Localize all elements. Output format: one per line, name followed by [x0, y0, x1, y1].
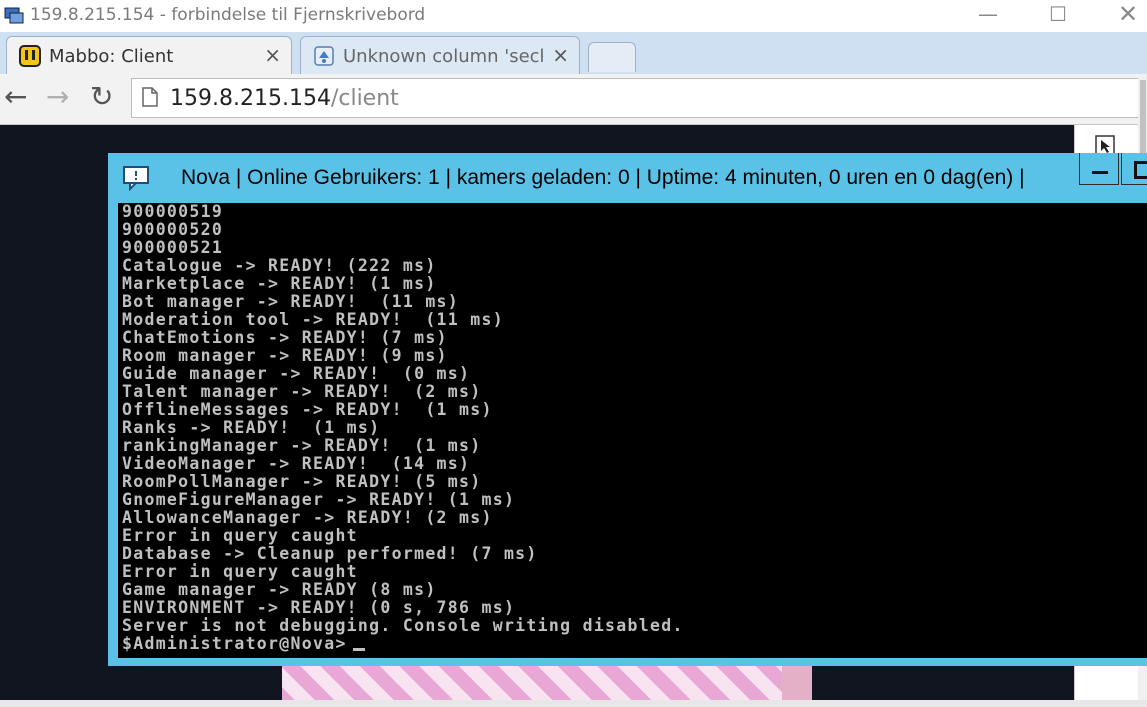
console-line: Database -> Cleanup performed! (7 ms) — [122, 544, 538, 563]
console-line: VideoManager -> READY! (14 ms) — [122, 454, 471, 473]
tab-close-icon[interactable]: × — [552, 43, 569, 67]
page-icon — [142, 87, 158, 107]
console-line: Game manager -> READY (8 ms) — [122, 580, 437, 599]
console-line: Room manager -> READY! (9 ms) — [122, 346, 448, 365]
tab-title: Mabbo: Client — [49, 46, 174, 67]
console-line: OfflineMessages -> READY! (1 ms) — [122, 400, 493, 419]
console-prompt-line: $Administrator@Nova> — [122, 635, 1147, 653]
console-prompt: $Administrator@Nova> — [122, 634, 347, 653]
tab-close-icon[interactable]: × — [264, 43, 281, 67]
console-title: Nova | Online Gebruikers: 1 | kamers gel… — [181, 166, 1025, 189]
console-line: Error in query caught — [122, 562, 358, 581]
console-window: Nova | Online Gebruikers: 1 | kamers gel… — [108, 153, 1147, 666]
console-maximize-button[interactable] — [1121, 153, 1147, 185]
console-line: Guide manager -> READY! (0 ms) — [122, 364, 471, 383]
console-line: 900000520 — [122, 220, 224, 239]
url-path: /client — [330, 86, 399, 111]
close-button[interactable]: ✕ — [1108, 2, 1147, 28]
rdp-window-title: 159.8.215.154 - forbindelse til Fjernskr… — [30, 5, 426, 25]
forward-button[interactable]: → — [46, 80, 69, 113]
console-line: Talent manager -> READY! (2 ms) — [122, 382, 482, 401]
tab-title: Unknown column 'seckey' — [343, 46, 543, 67]
tab-mabbo-client[interactable]: Mabbo: Client × — [6, 36, 292, 74]
console-line: 900000519 — [122, 203, 224, 221]
console-line: Error in query caught — [122, 526, 358, 545]
mabbo-favicon-icon — [19, 45, 41, 67]
horizontal-scrollbar[interactable] — [0, 700, 1147, 707]
browser-toolbar: ← → ↻ 159.8.215.154/client — [0, 74, 1147, 125]
console-log: 900000519 900000520 900000521 Catalogue -> … — [118, 203, 1147, 653]
page-error-favicon-icon — [314, 46, 334, 66]
minimize-button[interactable]: — — [968, 2, 1008, 28]
console-line: rankingManager -> READY! (1 ms) — [122, 436, 482, 455]
remote-desktop-icon — [4, 7, 24, 24]
console-output[interactable]: 900000519 900000520 900000521 Catalogue -> … — [118, 203, 1147, 658]
console-line: RoomPollManager -> READY! (5 ms) — [122, 472, 482, 491]
address-bar[interactable]: 159.8.215.154/client — [131, 78, 1141, 118]
console-line: 900000521 — [122, 238, 224, 257]
browser-tabstrip: Mabbo: Client × Unknown column 'seckey' … — [0, 32, 1147, 74]
console-titlebar: Nova | Online Gebruikers: 1 | kamers gel… — [108, 153, 1147, 203]
console-line: GnomeFigureManager -> READY! (1 ms) — [122, 490, 516, 509]
url-host: 159.8.215.154 — [170, 86, 331, 111]
console-line: Bot manager -> READY! (11 ms) — [122, 292, 460, 311]
console-cursor — [352, 648, 365, 651]
console-line: ChatEmotions -> READY! (7 ms) — [122, 328, 448, 347]
maximize-button[interactable]: ☐ — [1038, 2, 1078, 28]
console-chat-icon — [123, 166, 149, 191]
console-line: ENVIRONMENT -> READY! (0 s, 786 ms) — [122, 598, 516, 617]
tab-unknown-column[interactable]: Unknown column 'seckey' × — [300, 36, 580, 74]
back-button[interactable]: ← — [4, 80, 27, 113]
rdp-titlebar: 159.8.215.154 - forbindelse til Fjernskr… — [0, 0, 1147, 32]
console-line: Moderation tool -> READY! (11 ms) — [122, 310, 504, 329]
console-minimize-button[interactable] — [1079, 153, 1119, 185]
console-line: Server is not debugging. Console writing… — [122, 616, 684, 635]
new-tab-button[interactable] — [588, 42, 636, 72]
console-line: Ranks -> READY! (1 ms) — [122, 418, 381, 437]
console-line: Marketplace -> READY! (1 ms) — [122, 274, 437, 293]
url-text: 159.8.215.154/client — [170, 86, 399, 111]
reload-button[interactable]: ↻ — [90, 80, 113, 113]
console-line: AllowanceManager -> READY! (2 ms) — [122, 508, 493, 527]
console-line: Catalogue -> READY! (222 ms) — [122, 256, 437, 275]
